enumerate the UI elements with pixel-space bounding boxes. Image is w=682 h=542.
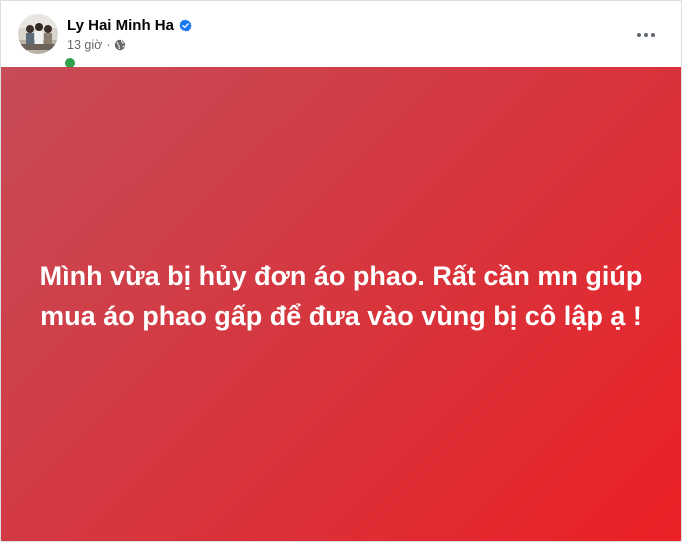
post-card: Ly Hai Minh Ha 13 giờ · Mình vừa bị hủy …	[0, 0, 682, 542]
author-avatar[interactable]	[18, 14, 77, 70]
verified-badge-icon	[179, 19, 192, 32]
author-line: Ly Hai Minh Ha	[67, 15, 192, 35]
avatar-photo	[18, 14, 58, 54]
author-name[interactable]: Ly Hai Minh Ha	[67, 17, 174, 34]
post-timestamp[interactable]: 13 giờ	[67, 38, 102, 52]
post-options-button[interactable]	[628, 17, 664, 53]
meta-separator: ·	[106, 38, 111, 52]
public-globe-icon[interactable]	[114, 39, 126, 51]
post-header: Ly Hai Minh Ha 13 giờ ·	[1, 1, 681, 70]
more-horizontal-icon	[637, 33, 655, 37]
post-meta: 13 giờ ·	[67, 37, 126, 53]
post-message: Mình vừa bị hủy đơn áo phao. Rất cần mn …	[39, 261, 643, 331]
post-background-card: Mình vừa bị hủy đơn áo phao. Rất cần mn …	[1, 67, 681, 541]
